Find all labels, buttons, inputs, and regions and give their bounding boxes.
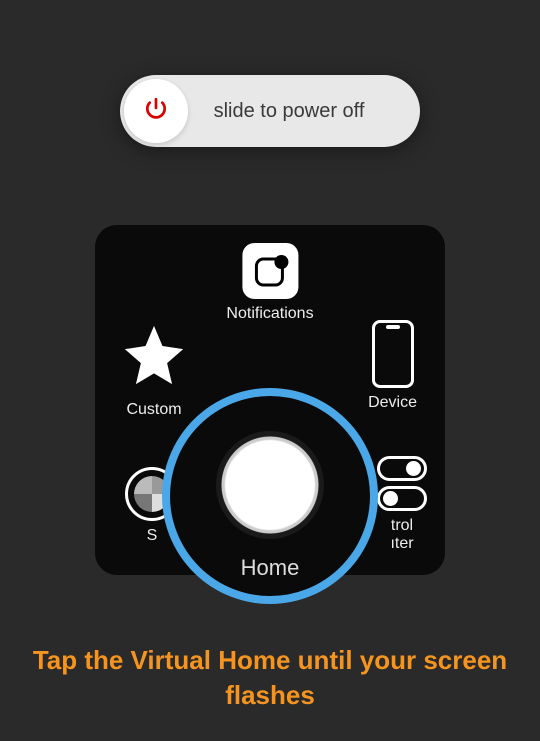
phone-icon (372, 320, 414, 388)
power-off-slider[interactable]: slide to power off (120, 75, 420, 147)
instruction-text: Tap the Virtual Home until your screen f… (0, 643, 540, 713)
virtual-home-button[interactable] (216, 431, 324, 539)
power-off-label: slide to power off (188, 100, 420, 123)
assist-custom[interactable]: Custom (119, 320, 189, 419)
assist-control-label-line1: trol (391, 517, 413, 535)
assist-control-center[interactable]: trol ıter (377, 456, 427, 553)
power-knob[interactable] (124, 79, 188, 143)
assist-device[interactable]: Device (368, 320, 417, 412)
assist-siri-label: S (147, 527, 158, 545)
switches-icon (377, 456, 427, 511)
assist-control-label-line2: ıter (390, 535, 413, 553)
assist-notifications[interactable]: Notifications (226, 243, 313, 323)
assist-device-label: Device (368, 394, 417, 412)
assist-custom-label: Custom (126, 401, 181, 419)
assist-home-label: Home (241, 555, 300, 581)
highlight-ring: Home (162, 388, 378, 604)
star-icon (119, 320, 189, 395)
assist-notifications-label: Notifications (226, 305, 313, 323)
notification-badge-icon (242, 243, 298, 299)
power-icon (143, 96, 169, 127)
